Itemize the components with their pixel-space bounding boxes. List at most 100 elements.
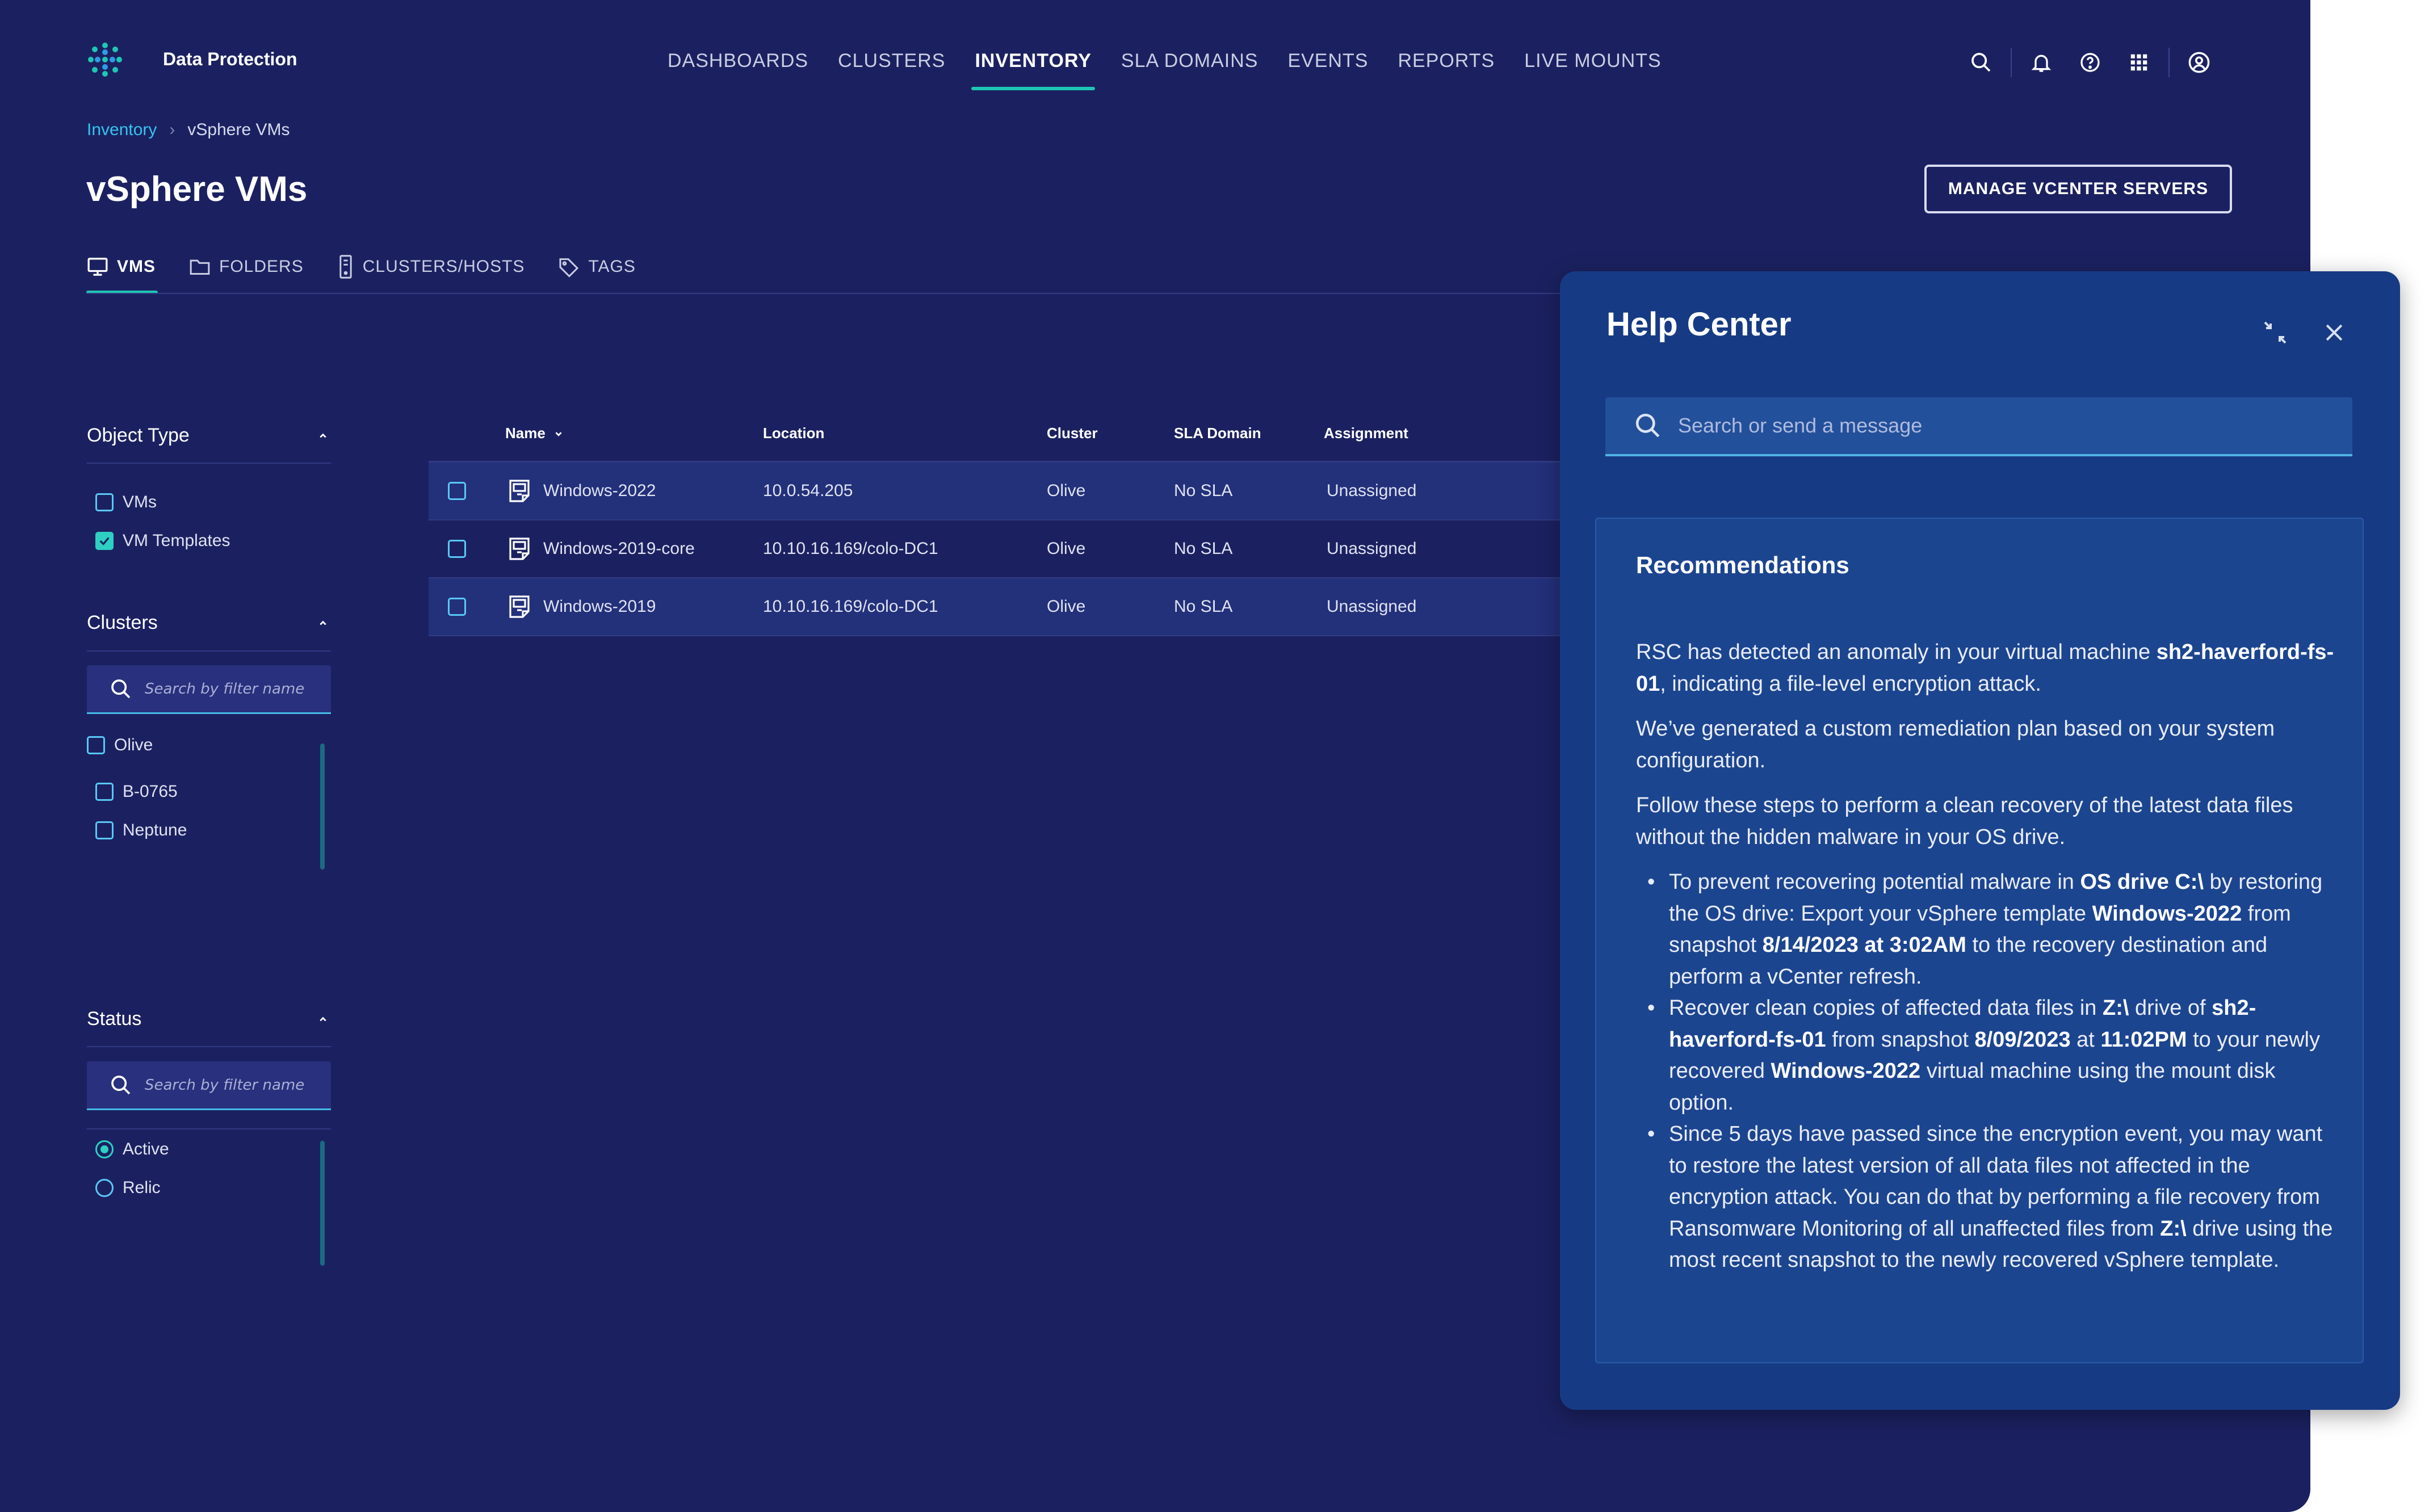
recommendations-card: Recommendations RSC has detected an anom… — [1595, 518, 2364, 1363]
vm-name[interactable]: Windows-2019 — [543, 597, 656, 616]
table-row[interactable]: Windows-2019-core 10.10.16.169/colo-DC1 … — [429, 520, 1564, 578]
vm-name-cell: Windows-2022 — [508, 463, 656, 519]
brand-logo-icon[interactable] — [86, 41, 124, 78]
column-header-location[interactable]: Location — [763, 425, 824, 442]
help-center-panel: Help Center Recommendations RSC has dete… — [1560, 271, 2400, 1410]
status-filter-search — [87, 1061, 331, 1110]
recommendations-title: Recommendations — [1636, 552, 1849, 578]
column-header-cluster[interactable]: Cluster — [1047, 425, 1098, 442]
column-header-name[interactable]: Name — [505, 425, 565, 442]
help-center-controls — [2259, 317, 2350, 348]
filter-option-label: VMs — [123, 493, 157, 511]
close-icon[interactable] — [2318, 317, 2350, 348]
filter-option-relic[interactable]: Relic — [95, 1178, 161, 1198]
vm-assignment: Unassigned — [1327, 539, 1417, 558]
object-type-filter-header[interactable]: Object Type — [87, 425, 331, 447]
column-header-sla-domain[interactable]: SLA Domain — [1174, 425, 1261, 442]
vm-sla-domain: No SLA — [1174, 597, 1233, 616]
chevron-up-icon[interactable] — [315, 428, 331, 444]
chevron-up-icon[interactable] — [315, 1011, 331, 1027]
row-checkbox-cell — [448, 520, 466, 577]
column-header-assignment[interactable]: Assignment — [1324, 425, 1408, 442]
breadcrumb-current: vSphere VMs — [187, 120, 290, 139]
checkbox-vms[interactable] — [95, 493, 114, 511]
top-toolbar — [1964, 45, 2216, 79]
filter-option-olive[interactable]: Olive — [87, 736, 153, 755]
row-checkbox[interactable] — [448, 482, 466, 500]
vm-name[interactable]: Windows-2022 — [543, 481, 656, 501]
filter-divider — [87, 1046, 331, 1047]
nav-sla-domains[interactable]: SLA DOMAINS — [1106, 45, 1273, 91]
nav-dashboards[interactable]: DASHBOARDS — [653, 45, 823, 91]
filter-option-label: Olive — [114, 736, 153, 754]
filter-option-neptune[interactable]: Neptune — [95, 821, 187, 840]
filter-option-b-0765[interactable]: B-0765 — [95, 782, 178, 801]
row-checkbox-cell — [448, 578, 466, 635]
tab-bar: VMS FOLDERS CLUSTERS/HOSTS TAGS — [86, 250, 636, 294]
status-search-input[interactable] — [145, 1076, 315, 1094]
checkbox-neptune[interactable] — [95, 821, 114, 839]
search-icon[interactable] — [1964, 45, 1998, 79]
filter-option-label: Active — [123, 1140, 169, 1158]
filter-option-active[interactable]: Active — [95, 1140, 169, 1159]
tab-folders[interactable]: FOLDERS — [188, 250, 304, 284]
app-grid-icon[interactable] — [2122, 45, 2156, 79]
bell-icon[interactable] — [2024, 45, 2058, 79]
clusters-filter-header[interactable]: Clusters — [87, 612, 331, 634]
vm-cluster: Olive — [1047, 597, 1086, 616]
vm-name[interactable]: Windows-2019-core — [543, 539, 695, 558]
manage-vcenter-servers-button[interactable]: MANAGE VCENTER SERVERS — [1924, 165, 2232, 213]
clusters-search-input[interactable] — [145, 680, 315, 698]
checkbox-vm-templates[interactable] — [95, 532, 114, 550]
filter-option-label: Relic — [123, 1178, 161, 1197]
nav-reports[interactable]: REPORTS — [1383, 45, 1509, 91]
minimize-icon[interactable] — [2259, 317, 2291, 348]
breadcrumb-separator: › — [169, 120, 175, 139]
radio-relic[interactable] — [95, 1179, 114, 1197]
recommendation-paragraph: Follow these steps to perform a clean re… — [1636, 793, 2293, 849]
filter-option-label: VM Templates — [123, 531, 230, 550]
nav-events[interactable]: EVENTS — [1273, 45, 1383, 91]
vm-cluster: Olive — [1047, 539, 1086, 558]
status-filter-header[interactable]: Status — [87, 1008, 331, 1030]
row-checkbox[interactable] — [448, 540, 466, 558]
tab-clusters-hosts-label: CLUSTERS/HOSTS — [362, 257, 525, 276]
nav-live-mounts[interactable]: LIVE MOUNTS — [1509, 45, 1676, 91]
table-row[interactable]: Windows-2022 10.0.54.205 Olive No SLA Un… — [429, 463, 1564, 520]
filter-option-vms[interactable]: VMs — [95, 493, 157, 512]
vm-assignment: Unassigned — [1327, 481, 1417, 500]
checkbox-olive[interactable] — [87, 736, 105, 754]
tab-tags[interactable]: TAGS — [557, 250, 635, 284]
status-scrollbar[interactable] — [320, 1141, 325, 1266]
nav-inventory[interactable]: INVENTORY — [960, 45, 1106, 91]
vm-name-cell: Windows-2019 — [508, 578, 656, 635]
help-search-input[interactable] — [1678, 414, 2302, 438]
help-icon[interactable] — [2073, 45, 2107, 79]
user-account-icon[interactable] — [2182, 45, 2216, 79]
help-search-bar — [1605, 397, 2352, 456]
help-center-title: Help Center — [1606, 306, 1792, 343]
brand-name: Data Protection — [163, 49, 297, 69]
tab-vms[interactable]: VMS — [86, 250, 158, 294]
tab-folders-label: FOLDERS — [219, 257, 304, 276]
row-checkbox[interactable] — [448, 598, 466, 616]
radio-active[interactable] — [95, 1140, 114, 1158]
recommendations-body: RSC has detected an anomaly in your virt… — [1636, 637, 2346, 1276]
table-row[interactable]: Windows-2019 10.10.16.169/colo-DC1 Olive… — [429, 578, 1564, 636]
chevron-down-icon[interactable] — [552, 427, 565, 440]
filter-option-vm-templates[interactable]: VM Templates — [95, 531, 230, 551]
tag-icon — [559, 258, 579, 278]
row-checkbox-cell — [448, 463, 466, 519]
clusters-filter-title: Clusters — [87, 612, 158, 633]
breadcrumb-inventory-link[interactable]: Inventory — [87, 120, 157, 140]
filter-option-label: B-0765 — [123, 782, 178, 801]
checkbox-b-0765[interactable] — [95, 783, 114, 801]
tab-clusters-hosts[interactable]: CLUSTERS/HOSTS — [337, 250, 525, 284]
page-title: vSphere VMs — [86, 170, 308, 209]
nav-clusters[interactable]: CLUSTERS — [823, 45, 960, 91]
tabs-divider — [86, 293, 1562, 294]
chevron-up-icon[interactable] — [315, 615, 331, 631]
checkmark-icon — [99, 537, 110, 545]
clusters-scrollbar[interactable] — [320, 744, 325, 870]
vm-template-icon — [509, 480, 530, 502]
